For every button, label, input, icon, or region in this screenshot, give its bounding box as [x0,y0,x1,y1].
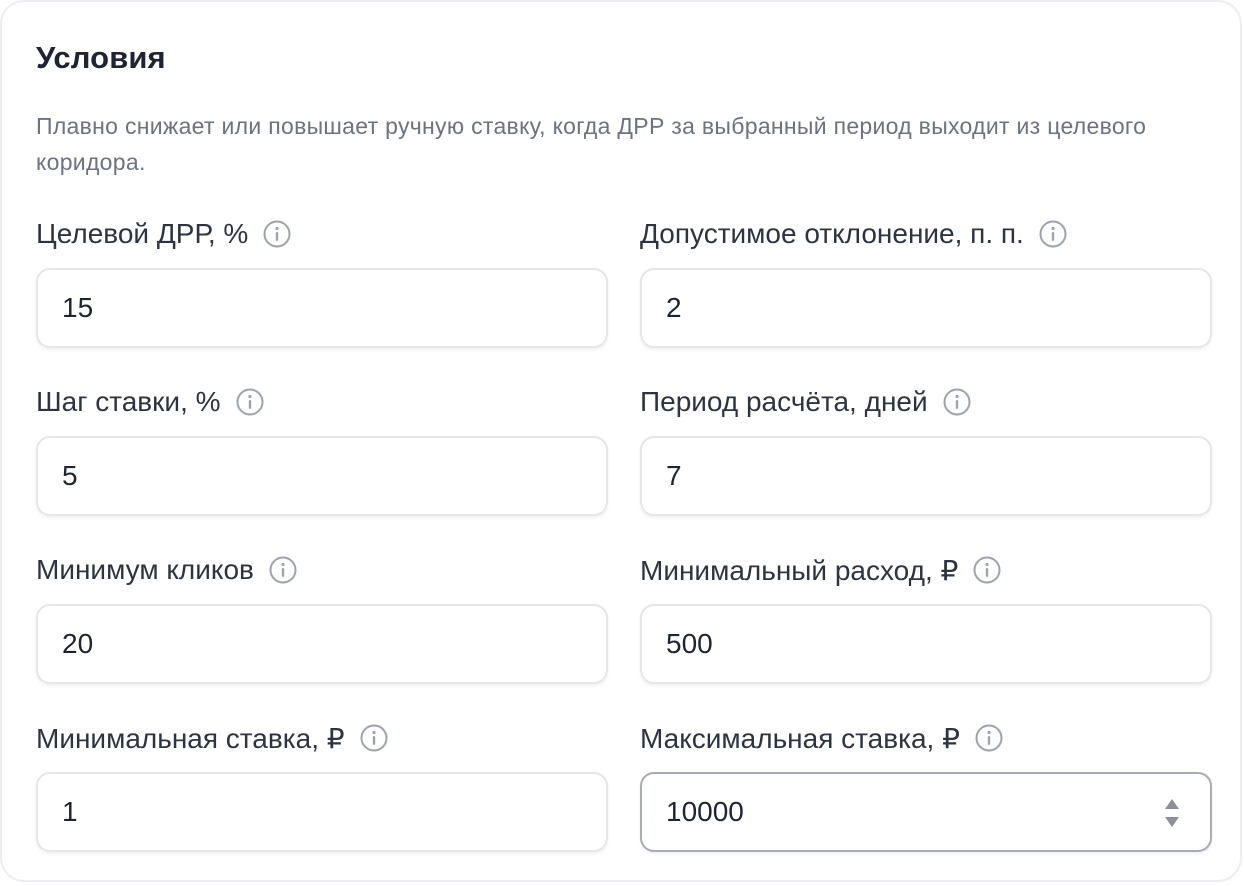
min-bid-label: Минимальная ставка, ₽ [36,718,389,758]
info-icon[interactable] [262,219,292,249]
allowed-deviation-input[interactable]: 2 [640,268,1212,348]
input-value: 2 [666,292,682,323]
max-bid-input[interactable]: 10000 [640,772,1212,852]
stepper-arrows-icon[interactable] [1164,798,1180,828]
min-bid-input[interactable]: 1 [36,772,608,852]
input-value: 15 [62,292,94,323]
info-icon[interactable] [1038,219,1068,249]
field-label-text: Целевой ДРР, % [36,218,249,249]
target-drr-input[interactable]: 15 [36,268,608,348]
info-icon[interactable] [942,387,972,417]
min-clicks-input[interactable]: 20 [36,604,608,684]
input-value: 5 [62,460,78,491]
field-label-text: Минимальная ставка, ₽ [36,722,345,754]
min-clicks-label: Минимум кликов [36,550,298,590]
target-drr-label: Целевой ДРР, % [36,214,292,254]
field-label-text: Максимальная ставка, ₽ [640,722,960,754]
calc-period-input[interactable]: 7 [640,436,1212,516]
section-description: Плавно снижает или повышает ручную ставк… [36,113,1147,175]
max-bid-label: Максимальная ставка, ₽ [640,718,1004,758]
min-spend-input[interactable]: 500 [640,604,1212,684]
section-title: Условия [36,40,166,75]
field-label-text: Минимальный расход, ₽ [640,554,959,586]
input-value: 7 [666,460,682,491]
allowed-deviation-label: Допустимое отклонение, п. п. [640,214,1068,254]
conditions-card: Условия Плавно снижает или повышает ручн… [0,0,1242,882]
info-icon[interactable] [235,387,265,417]
input-value: 500 [666,628,713,659]
input-value: 1 [62,796,78,827]
calc-period-label: Период расчёта, дней [640,382,972,422]
field-label-text: Минимум кликов [36,554,254,585]
info-icon[interactable] [974,723,1004,753]
field-label-text: Шаг ставки, % [36,386,221,417]
field-label-text: Период расчёта, дней [640,386,928,417]
min-spend-label: Минимальный расход, ₽ [640,550,1002,590]
bid-step-label: Шаг ставки, % [36,382,265,422]
info-icon[interactable] [359,723,389,753]
bid-step-input[interactable]: 5 [36,436,608,516]
field-label-text: Допустимое отклонение, п. п. [640,218,1024,249]
info-icon[interactable] [268,555,298,585]
input-value: 20 [62,628,94,659]
info-icon[interactable] [972,555,1002,585]
input-value: 10000 [666,796,744,827]
